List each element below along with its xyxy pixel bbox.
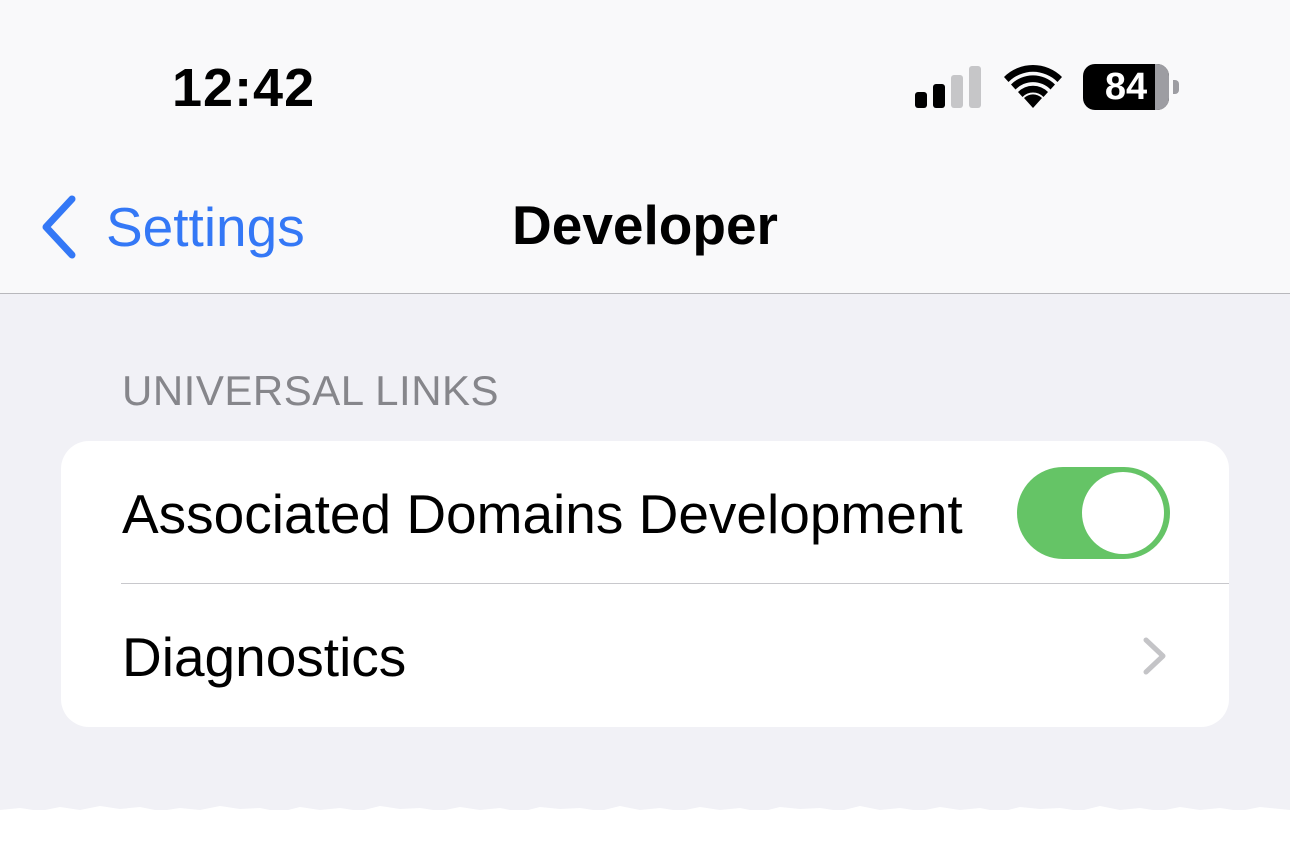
chevron-left-icon <box>42 195 76 259</box>
cellular-signal-icon <box>915 66 981 108</box>
diagnostics-row[interactable]: Diagnostics <box>61 584 1229 727</box>
associated-domains-development-row[interactable]: Associated Domains Development <box>61 441 1229 584</box>
page-title: Developer <box>512 194 778 256</box>
navigation-header: 12:42 84 Settings Developer <box>0 0 1290 294</box>
associated-domains-development-toggle[interactable] <box>1017 467 1170 559</box>
toggle-knob <box>1082 472 1164 554</box>
settings-screen: 12:42 84 Settings Developer UNIVERSAL LI… <box>0 0 1290 843</box>
status-time: 12:42 <box>172 58 316 118</box>
battery-icon: 84 <box>1083 64 1179 110</box>
settings-content: UNIVERSAL LINKS Associated Domains Devel… <box>0 294 1290 810</box>
torn-edge <box>0 806 1290 830</box>
row-label: Associated Domains Development <box>122 483 963 545</box>
section-header: UNIVERSAL LINKS <box>122 367 500 414</box>
back-button[interactable]: Settings <box>34 192 334 262</box>
battery-percentage: 84 <box>1104 66 1148 108</box>
settings-group: Associated Domains Development Diagnosti… <box>61 441 1229 727</box>
chevron-right-icon <box>1143 637 1166 675</box>
row-label: Diagnostics <box>122 626 407 688</box>
back-button-label: Settings <box>106 196 305 258</box>
wifi-icon <box>1004 64 1062 108</box>
